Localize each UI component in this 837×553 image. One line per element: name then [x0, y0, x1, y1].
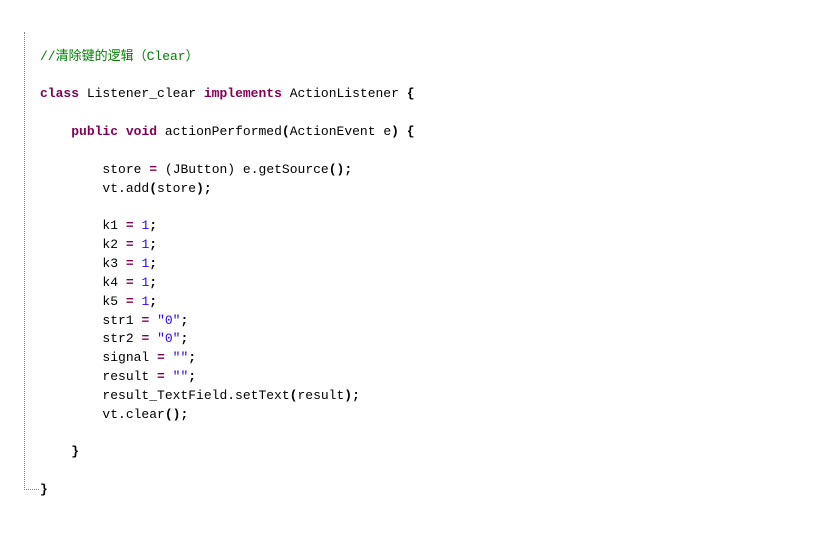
expr: e.getSource: [243, 162, 329, 177]
var-signal: signal: [102, 350, 149, 365]
paren-open: (: [149, 181, 157, 196]
var-k2: k2: [102, 237, 118, 252]
assign-op: =: [126, 275, 134, 290]
call: ();: [329, 162, 352, 177]
method-name: actionPerformed: [165, 124, 282, 139]
semicolon: ;: [149, 256, 157, 271]
paren-close: ): [391, 124, 399, 139]
assign-op: =: [141, 313, 149, 328]
brace-open: {: [407, 86, 415, 101]
semicolon: ;: [188, 369, 196, 384]
param-name: e: [383, 124, 391, 139]
semicolon: ;: [188, 350, 196, 365]
assign-op: =: [126, 294, 134, 309]
assign-op: =: [126, 256, 134, 271]
semicolon: ;: [149, 275, 157, 290]
str-literal: "0": [157, 313, 180, 328]
comment-line: //清除键的逻辑（Clear）: [40, 49, 199, 64]
brace-close: }: [71, 444, 79, 459]
arg: result: [297, 388, 344, 403]
var-k4: k4: [102, 275, 118, 290]
var-result: result: [102, 369, 149, 384]
keyword-public: public: [71, 124, 118, 139]
semicolon: ;: [180, 313, 188, 328]
keyword-class: class: [40, 86, 79, 101]
var-str2: str2: [102, 331, 133, 346]
paren-close: );: [344, 388, 360, 403]
var-k3: k3: [102, 256, 118, 271]
keyword-void: void: [126, 124, 157, 139]
arg: store: [157, 181, 196, 196]
paren-open: (: [165, 162, 173, 177]
str-literal: "0": [157, 331, 180, 346]
expr: vt.add: [102, 181, 149, 196]
semicolon: ;: [149, 237, 157, 252]
paren-close: ): [227, 162, 235, 177]
brace-close: }: [40, 482, 48, 497]
interface-name: ActionListener: [290, 86, 399, 101]
cast-type: JButton: [173, 162, 228, 177]
str-literal: "": [173, 350, 189, 365]
code-block: //清除键的逻辑（Clear） class Listener_clear imp…: [0, 0, 837, 510]
brace-open: {: [407, 124, 415, 139]
str-literal: "": [173, 369, 189, 384]
paren-open: (: [282, 124, 290, 139]
paren-close: );: [196, 181, 212, 196]
call: ();: [165, 407, 188, 422]
assign-op: =: [126, 237, 134, 252]
expr: vt.clear: [102, 407, 164, 422]
keyword-implements: implements: [204, 86, 282, 101]
assign-op: =: [141, 331, 149, 346]
expr: result_TextField.setText: [102, 388, 289, 403]
semicolon: ;: [180, 331, 188, 346]
class-name: Listener_clear: [87, 86, 196, 101]
semicolon: ;: [149, 294, 157, 309]
assign-op: =: [157, 369, 165, 384]
var-k1: k1: [102, 218, 118, 233]
assign-op: =: [126, 218, 134, 233]
var-str1: str1: [102, 313, 133, 328]
semicolon: ;: [149, 218, 157, 233]
collapse-guide: [24, 32, 39, 490]
var-store: store: [102, 162, 141, 177]
assign-op: =: [157, 350, 165, 365]
assign-op: =: [149, 162, 157, 177]
var-k5: k5: [102, 294, 118, 309]
param-type: ActionEvent: [290, 124, 376, 139]
